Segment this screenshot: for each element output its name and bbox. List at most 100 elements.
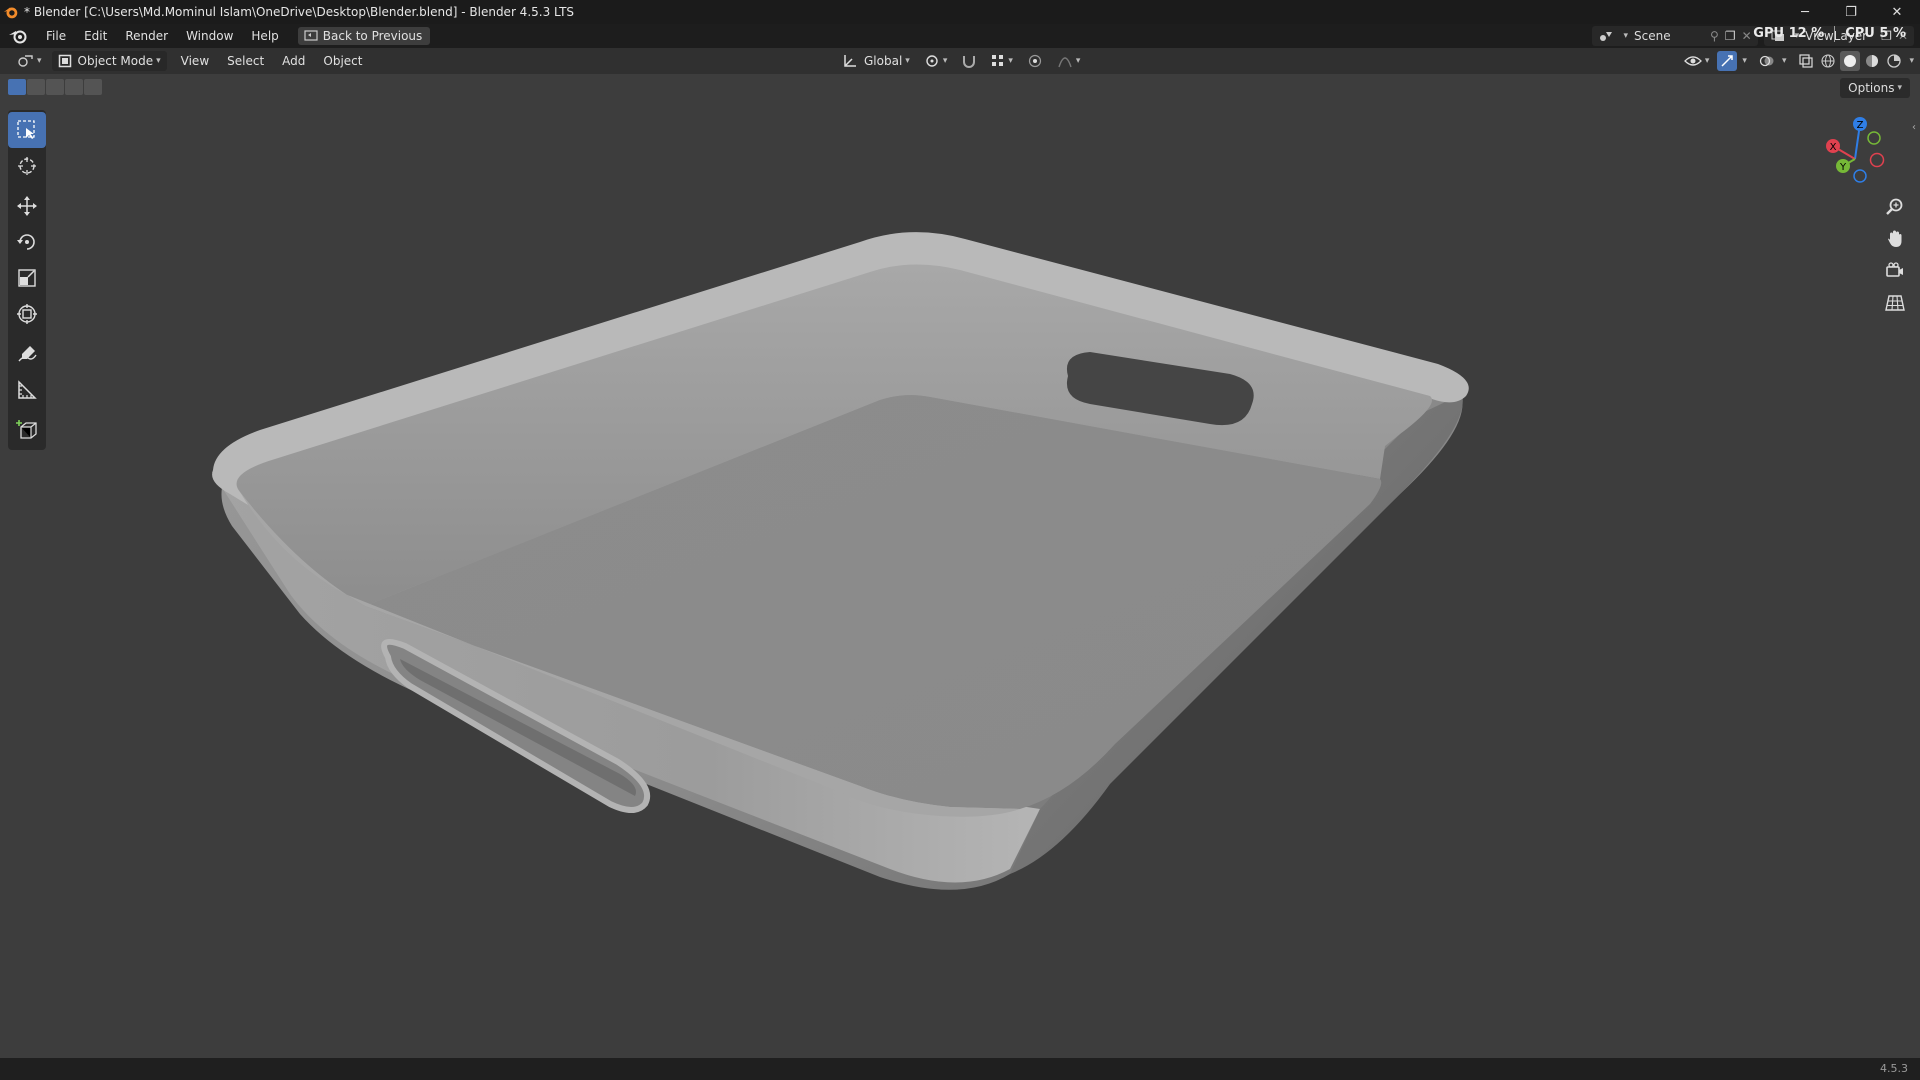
select-subtract-button[interactable] (46, 79, 64, 95)
select-invert-button[interactable] (65, 79, 83, 95)
select-box-icon (17, 120, 35, 139)
select-box-tool[interactable] (8, 112, 46, 148)
options-label: Options (1848, 81, 1895, 95)
options-button[interactable]: Options ▾ (1840, 78, 1910, 98)
viewport-nav-buttons (1882, 194, 1908, 316)
magnet-icon (963, 56, 976, 68)
status-bar: 4.5.3 (0, 1058, 1920, 1080)
close-button[interactable]: ✕ (1874, 0, 1920, 24)
header-menu-select[interactable]: Select (221, 51, 270, 71)
proportional-editing-icon (1028, 54, 1041, 68)
transform-orientation-selector[interactable]: Global ▾ (836, 51, 916, 71)
rendered-sphere-icon (1887, 54, 1902, 68)
chevron-down-icon: ▾ (156, 56, 161, 66)
rotate-tool[interactable] (8, 224, 46, 260)
proportional-falloff-selector[interactable]: ▾ (1051, 51, 1087, 71)
pin-icon[interactable]: ⚲ (1710, 29, 1719, 43)
pan-button[interactable] (1882, 226, 1908, 252)
title-bar: * Blender [C:\Users\Md.Mominul Islam\One… (0, 0, 1920, 24)
3d-viewport[interactable]: Options ▾ ‹ Z X Y (0, 74, 1920, 1058)
scale-tool[interactable] (8, 260, 46, 296)
cpu-label: CPU (1845, 26, 1875, 41)
scene-selector[interactable]: ▾ Scene ⚲ ❐ ✕ (1592, 26, 1758, 46)
add-cube-icon (16, 420, 37, 439)
chevron-down-icon: ▾ (1704, 56, 1710, 66)
shading-rendered-button[interactable] (1884, 51, 1904, 71)
xray-icon (1799, 54, 1814, 68)
transform-icon (17, 304, 37, 324)
object-visibility-selector[interactable]: ▾ (1678, 51, 1716, 71)
chevron-down-icon[interactable]: ▾ (1909, 56, 1914, 66)
back-to-previous-button[interactable]: Back to Previous (297, 27, 431, 45)
menu-window[interactable]: Window (177, 29, 242, 43)
header-menu-view[interactable]: View (175, 51, 215, 71)
wireframe-sphere-icon (1821, 54, 1836, 68)
blender-logo-icon (3, 7, 18, 19)
perf-divider (1834, 26, 1836, 42)
show-overlays-toggle[interactable] (1757, 51, 1777, 71)
add-cube-tool[interactable] (8, 412, 46, 448)
back-to-previous-label: Back to Previous (322, 29, 423, 43)
move-tool[interactable] (8, 188, 46, 224)
select-new-button[interactable] (8, 79, 26, 95)
editor-type-button[interactable]: ▾ (10, 51, 48, 71)
pivot-point-selector[interactable]: ▾ (918, 51, 954, 71)
annotate-tool[interactable] (8, 336, 46, 372)
window-title: * Blender [C:\Users\Md.Mominul Islam\One… (24, 5, 575, 19)
y-axis-label: Y (1839, 162, 1847, 173)
magnifier-icon (1886, 198, 1903, 215)
shading-material-button[interactable] (1862, 51, 1882, 71)
orientation-global-icon (844, 55, 856, 67)
menu-render[interactable]: Render (116, 29, 177, 43)
chevron-down-icon: ▾ (905, 56, 910, 66)
menu-help[interactable]: Help (242, 29, 287, 43)
shading-solid-button[interactable] (1840, 51, 1861, 71)
viewport-header: ▾ Object Mode ▾ View Select Add Object G… (0, 48, 1920, 74)
negative-x-axis-icon[interactable] (1869, 152, 1885, 168)
header-menu-object[interactable]: Object (317, 51, 368, 71)
pivot-icon (926, 55, 938, 67)
cursor-tool[interactable] (8, 148, 46, 184)
chevron-down-icon[interactable]: ▾ (1742, 56, 1747, 66)
show-gizmo-toggle[interactable] (1717, 51, 1738, 71)
new-scene-icon[interactable]: ❐ (1725, 29, 1736, 43)
measure-tool[interactable] (8, 372, 46, 408)
blender-menu-icon[interactable] (7, 27, 29, 45)
menu-file[interactable]: File (37, 29, 75, 43)
tray-model (212, 232, 1469, 890)
snap-toggle[interactable] (955, 51, 983, 71)
x-axis-label: X (1830, 142, 1837, 153)
mode-selector[interactable]: Object Mode ▾ (51, 51, 167, 71)
select-extend-button[interactable] (27, 79, 45, 95)
transform-tool[interactable] (8, 296, 46, 332)
hand-icon (1888, 230, 1902, 247)
select-intersect-button[interactable] (84, 79, 102, 95)
navigation-gizmo[interactable]: Z X Y (1810, 114, 1900, 204)
restore-button[interactable]: ❐ (1828, 0, 1874, 24)
negative-y-axis-icon[interactable] (1867, 131, 1881, 145)
gpu-label: GPU (1753, 26, 1785, 41)
xray-toggle[interactable] (1796, 51, 1816, 71)
snap-target-selector[interactable]: ▾ (985, 51, 1019, 71)
chevron-down-icon[interactable]: ▾ (1782, 56, 1787, 66)
overlays-icon (1759, 55, 1774, 67)
pencil-icon (18, 346, 37, 362)
zoom-button[interactable] (1882, 194, 1908, 220)
minimize-button[interactable]: ─ (1782, 0, 1828, 24)
sidebar-toggle-icon[interactable]: ‹ (1912, 122, 1920, 138)
scale-icon (18, 269, 36, 287)
chevron-down-icon: ▾ (37, 56, 42, 66)
proportional-edit-toggle[interactable] (1021, 51, 1049, 71)
shading-wireframe-button[interactable] (1818, 51, 1838, 71)
toggle-projection-button[interactable] (1882, 290, 1908, 316)
chevron-down-icon: ▾ (1008, 56, 1013, 66)
snap-increment-icon (992, 55, 1004, 66)
header-menu-add[interactable]: Add (276, 51, 311, 71)
z-axis-label: Z (1857, 120, 1864, 131)
camera-view-button[interactable] (1882, 258, 1908, 284)
menu-edit[interactable]: Edit (75, 29, 116, 43)
remove-scene-icon[interactable]: ✕ (1742, 29, 1752, 43)
negative-z-axis-icon[interactable] (1853, 169, 1867, 183)
material-sphere-icon (1866, 55, 1879, 67)
performance-overlay: GPU 12 % CPU 5 % (1753, 26, 1906, 42)
